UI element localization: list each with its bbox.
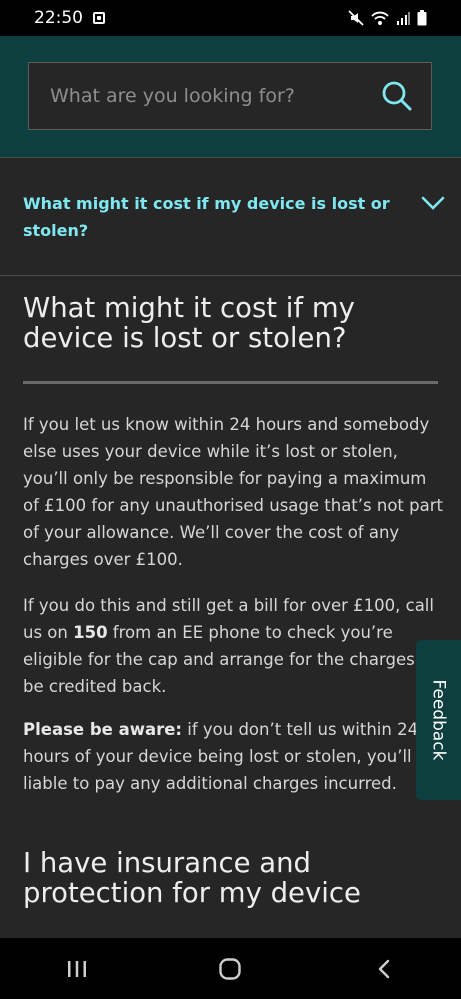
article-paragraph-2: If you do this and still get a bill for …: [23, 592, 443, 700]
phone-number: 150: [73, 623, 108, 642]
search-box[interactable]: [28, 62, 432, 130]
faq-accordion-item[interactable]: What might it cost if my device is lost …: [0, 158, 461, 276]
mute-icon: [348, 10, 364, 26]
please-be-aware-label: Please be aware:: [23, 720, 183, 739]
title-divider: [23, 381, 438, 384]
status-bar: 22:50: [0, 0, 461, 36]
status-time: 22:50: [34, 8, 83, 28]
signal-icon: [397, 12, 410, 25]
article-title: What might it cost if my device is lost …: [23, 292, 355, 354]
home-button[interactable]: [200, 949, 260, 989]
wifi-icon: [371, 11, 389, 25]
article-paragraph-3: Please be aware: if you don’t tell us wi…: [23, 716, 443, 797]
recent-apps-button[interactable]: [47, 949, 107, 989]
back-button[interactable]: [354, 949, 414, 989]
feedback-tab[interactable]: Feedback: [416, 640, 461, 800]
recent-apps-icon: [67, 960, 86, 977]
search-input[interactable]: [48, 84, 381, 108]
status-right: [348, 10, 427, 26]
article-paragraph-1: If you let us know within 24 hours and s…: [23, 415, 443, 569]
chevron-down-icon[interactable]: [420, 194, 446, 212]
navigation-bar: [0, 938, 461, 999]
notification-icon: [93, 12, 105, 24]
search-icon[interactable]: [381, 80, 413, 112]
battery-icon: [417, 10, 427, 26]
home-icon: [219, 957, 242, 980]
back-icon: [378, 959, 390, 978]
status-left: 22:50: [34, 8, 105, 28]
next-section-heading: I have insurance and protection for my d…: [23, 847, 361, 909]
feedback-label: Feedback: [428, 679, 449, 761]
accordion-question: What might it cost if my device is lost …: [23, 194, 390, 240]
header: [0, 36, 461, 158]
